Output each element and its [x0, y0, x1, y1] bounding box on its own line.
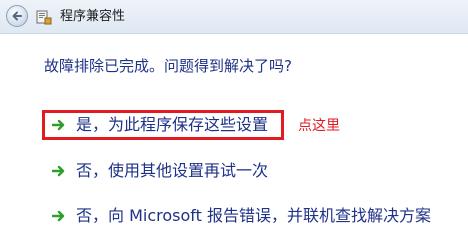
- troubleshooter-window: 程序兼容性 故障排除已完成。问题得到解决了吗? 是，为此程序保存这些设置 点这里…: [0, 0, 468, 227]
- annotation-click-here: 点这里: [298, 118, 340, 134]
- option-report-to-microsoft[interactable]: 否，向 Microsoft 报告错误，并联机查找解决方案: [52, 203, 431, 229]
- back-arrow-icon: [12, 11, 22, 21]
- highlight-box: [42, 110, 284, 140]
- result-question-heading: 故障排除已完成。问题得到解决了吗?: [44, 57, 292, 75]
- program-compatibility-icon: [36, 10, 52, 25]
- option-label: 否，向 Microsoft 报告错误，并联机查找解决方案: [76, 206, 431, 225]
- title-bar: 程序兼容性: [0, 0, 468, 34]
- green-arrow-icon: [52, 165, 65, 177]
- green-arrow-icon: [52, 210, 65, 222]
- option-try-other-settings[interactable]: 否，使用其他设置再试一次: [52, 158, 268, 184]
- back-button[interactable]: [6, 5, 28, 27]
- option-label: 否，使用其他设置再试一次: [76, 161, 269, 180]
- window-title: 程序兼容性: [60, 9, 126, 24]
